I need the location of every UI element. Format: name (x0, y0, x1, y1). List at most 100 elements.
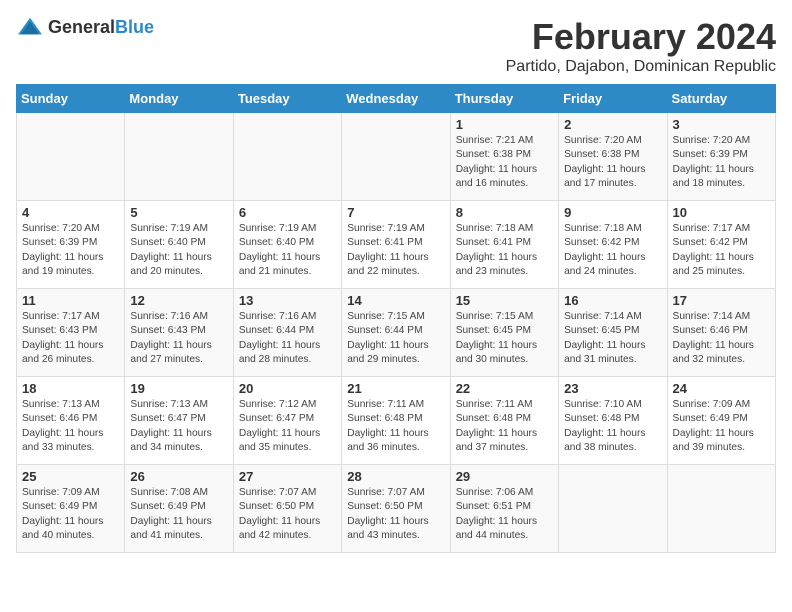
cell-info: Sunrise: 7:09 AM Sunset: 6:49 PM Dayligh… (673, 398, 770, 455)
calendar-cell: 18 Sunrise: 7:13 AM Sunset: 6:46 PM Dayli… (17, 377, 125, 465)
cell-info: Sunrise: 7:06 AM Sunset: 6:51 PM Dayligh… (456, 486, 553, 543)
day-number: 28 (347, 469, 444, 484)
calendar-cell: 26 Sunrise: 7:08 AM Sunset: 6:49 PM Dayli… (125, 465, 233, 553)
day-number: 24 (673, 381, 770, 396)
day-number: 29 (456, 469, 553, 484)
day-number: 6 (239, 205, 336, 220)
cell-info: Sunrise: 7:07 AM Sunset: 6:50 PM Dayligh… (347, 486, 444, 543)
logo-text-blue: Blue (115, 17, 154, 37)
calendar-cell (233, 113, 341, 201)
calendar-cell: 19Sunrise: 7:13 AM Sunset: 6:47 PM Dayli… (125, 377, 233, 465)
calendar-cell: 20 Sunrise: 7:12 AM Sunset: 6:47 PM Dayli… (233, 377, 341, 465)
column-header-sunday: Sunday (17, 85, 125, 113)
cell-info: Sunrise: 7:14 AM Sunset: 6:45 PM Dayligh… (564, 310, 661, 367)
day-number: 26 (130, 469, 227, 484)
day-number: 17 (673, 293, 770, 308)
cell-info: Sunrise: 7:13 AM Sunset: 6:47 PM Dayligh… (130, 398, 227, 455)
column-header-monday: Monday (125, 85, 233, 113)
calendar-table: SundayMondayTuesdayWednesdayThursdayFrid… (16, 84, 776, 553)
cell-info: Sunrise: 7:11 AM Sunset: 6:48 PM Dayligh… (456, 398, 553, 455)
calendar-cell: 24 Sunrise: 7:09 AM Sunset: 6:49 PM Dayli… (667, 377, 775, 465)
logo-icon (16, 16, 44, 38)
calendar-cell: 12 Sunrise: 7:16 AM Sunset: 6:43 PM Dayli… (125, 289, 233, 377)
cell-info: Sunrise: 7:18 AM Sunset: 6:42 PM Dayligh… (564, 222, 661, 279)
day-number: 13 (239, 293, 336, 308)
day-number: 18 (22, 381, 119, 396)
cell-info: Sunrise: 7:20 AM Sunset: 6:39 PM Dayligh… (673, 134, 770, 191)
calendar-cell: 7 Sunrise: 7:19 AM Sunset: 6:41 PM Daylig… (342, 201, 450, 289)
day-number: 1 (456, 117, 553, 132)
cell-info: Sunrise: 7:15 AM Sunset: 6:45 PM Dayligh… (456, 310, 553, 367)
column-header-friday: Friday (559, 85, 667, 113)
calendar-cell: 16 Sunrise: 7:14 AM Sunset: 6:45 PM Dayli… (559, 289, 667, 377)
cell-info: Sunrise: 7:18 AM Sunset: 6:41 PM Dayligh… (456, 222, 553, 279)
cell-info: Sunrise: 7:15 AM Sunset: 6:44 PM Dayligh… (347, 310, 444, 367)
day-number: 20 (239, 381, 336, 396)
calendar-week-4: 18 Sunrise: 7:13 AM Sunset: 6:46 PM Dayli… (17, 377, 776, 465)
column-header-saturday: Saturday (667, 85, 775, 113)
cell-info: Sunrise: 7:17 AM Sunset: 6:43 PM Dayligh… (22, 310, 119, 367)
calendar-cell: 3 Sunrise: 7:20 AM Sunset: 6:39 PM Daylig… (667, 113, 775, 201)
day-number: 4 (22, 205, 119, 220)
calendar-week-5: 25 Sunrise: 7:09 AM Sunset: 6:49 PM Dayli… (17, 465, 776, 553)
month-year-title: February 2024 (506, 16, 776, 58)
day-number: 12 (130, 293, 227, 308)
day-number: 14 (347, 293, 444, 308)
cell-info: Sunrise: 7:13 AM Sunset: 6:46 PM Dayligh… (22, 398, 119, 455)
day-number: 16 (564, 293, 661, 308)
calendar-cell: 28 Sunrise: 7:07 AM Sunset: 6:50 PM Dayli… (342, 465, 450, 553)
calendar-week-1: 1 Sunrise: 7:21 AM Sunset: 6:38 PM Daylig… (17, 113, 776, 201)
cell-info: Sunrise: 7:16 AM Sunset: 6:43 PM Dayligh… (130, 310, 227, 367)
cell-info: Sunrise: 7:09 AM Sunset: 6:49 PM Dayligh… (22, 486, 119, 543)
calendar-cell: 4Sunrise: 7:20 AM Sunset: 6:39 PM Daylig… (17, 201, 125, 289)
cell-info: Sunrise: 7:17 AM Sunset: 6:42 PM Dayligh… (673, 222, 770, 279)
day-number: 7 (347, 205, 444, 220)
cell-info: Sunrise: 7:16 AM Sunset: 6:44 PM Dayligh… (239, 310, 336, 367)
day-number: 9 (564, 205, 661, 220)
day-number: 27 (239, 469, 336, 484)
calendar-cell: 15Sunrise: 7:15 AM Sunset: 6:45 PM Dayli… (450, 289, 558, 377)
day-number: 25 (22, 469, 119, 484)
day-number: 5 (130, 205, 227, 220)
calendar-cell: 27 Sunrise: 7:07 AM Sunset: 6:50 PM Dayli… (233, 465, 341, 553)
day-number: 21 (347, 381, 444, 396)
calendar-cell: 2 Sunrise: 7:20 AM Sunset: 6:38 PM Daylig… (559, 113, 667, 201)
cell-info: Sunrise: 7:19 AM Sunset: 6:41 PM Dayligh… (347, 222, 444, 279)
column-header-thursday: Thursday (450, 85, 558, 113)
day-number: 22 (456, 381, 553, 396)
title-area: February 2024 Partido, Dajabon, Dominica… (506, 16, 776, 76)
day-number: 2 (564, 117, 661, 132)
day-number: 23 (564, 381, 661, 396)
cell-info: Sunrise: 7:19 AM Sunset: 6:40 PM Dayligh… (130, 222, 227, 279)
calendar-cell: 29 Sunrise: 7:06 AM Sunset: 6:51 PM Dayli… (450, 465, 558, 553)
calendar-cell: 25 Sunrise: 7:09 AM Sunset: 6:49 PM Dayli… (17, 465, 125, 553)
column-header-wednesday: Wednesday (342, 85, 450, 113)
calendar-cell: 17 Sunrise: 7:14 AM Sunset: 6:46 PM Dayli… (667, 289, 775, 377)
cell-info: Sunrise: 7:07 AM Sunset: 6:50 PM Dayligh… (239, 486, 336, 543)
cell-info: Sunrise: 7:12 AM Sunset: 6:47 PM Dayligh… (239, 398, 336, 455)
day-number: 3 (673, 117, 770, 132)
logo-text-general: General (48, 17, 115, 37)
calendar-cell: 10Sunrise: 7:17 AM Sunset: 6:42 PM Dayli… (667, 201, 775, 289)
calendar-cell: 21 Sunrise: 7:11 AM Sunset: 6:48 PM Dayli… (342, 377, 450, 465)
cell-info: Sunrise: 7:14 AM Sunset: 6:46 PM Dayligh… (673, 310, 770, 367)
calendar-cell (667, 465, 775, 553)
calendar-cell: 8Sunrise: 7:18 AM Sunset: 6:41 PM Daylig… (450, 201, 558, 289)
cell-info: Sunrise: 7:11 AM Sunset: 6:48 PM Dayligh… (347, 398, 444, 455)
calendar-cell: 11Sunrise: 7:17 AM Sunset: 6:43 PM Dayli… (17, 289, 125, 377)
calendar-header-row: SundayMondayTuesdayWednesdayThursdayFrid… (17, 85, 776, 113)
cell-info: Sunrise: 7:20 AM Sunset: 6:38 PM Dayligh… (564, 134, 661, 191)
calendar-cell: 5 Sunrise: 7:19 AM Sunset: 6:40 PM Daylig… (125, 201, 233, 289)
calendar-cell (17, 113, 125, 201)
cell-info: Sunrise: 7:08 AM Sunset: 6:49 PM Dayligh… (130, 486, 227, 543)
calendar-cell: 13 Sunrise: 7:16 AM Sunset: 6:44 PM Dayli… (233, 289, 341, 377)
calendar-week-2: 4Sunrise: 7:20 AM Sunset: 6:39 PM Daylig… (17, 201, 776, 289)
calendar-cell: 14 Sunrise: 7:15 AM Sunset: 6:44 PM Dayli… (342, 289, 450, 377)
location-subtitle: Partido, Dajabon, Dominican Republic (506, 58, 776, 76)
cell-info: Sunrise: 7:21 AM Sunset: 6:38 PM Dayligh… (456, 134, 553, 191)
cell-info: Sunrise: 7:10 AM Sunset: 6:48 PM Dayligh… (564, 398, 661, 455)
calendar-cell (559, 465, 667, 553)
calendar-cell: 9 Sunrise: 7:18 AM Sunset: 6:42 PM Daylig… (559, 201, 667, 289)
calendar-cell: 6Sunrise: 7:19 AM Sunset: 6:40 PM Daylig… (233, 201, 341, 289)
calendar-cell: 22 Sunrise: 7:11 AM Sunset: 6:48 PM Dayli… (450, 377, 558, 465)
